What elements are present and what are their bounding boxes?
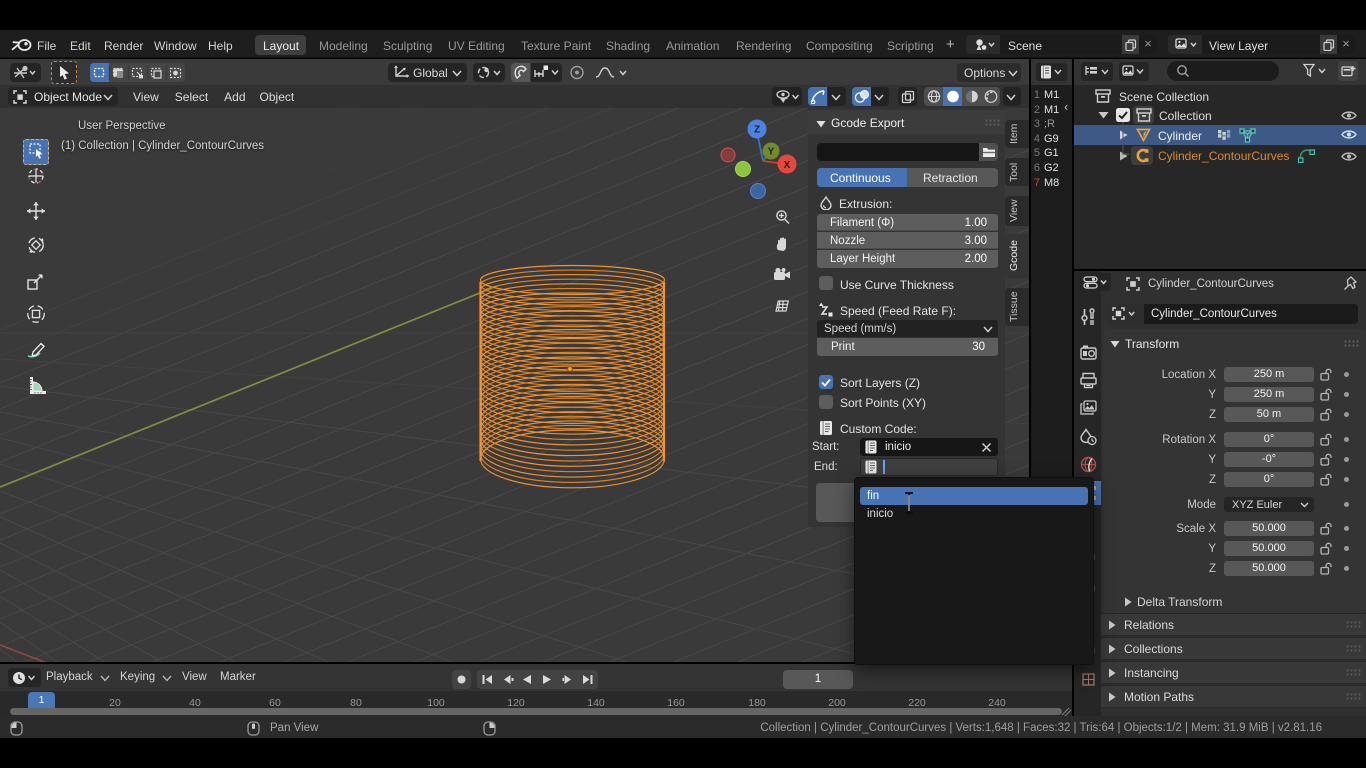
svg-text:Z: Z xyxy=(754,125,760,136)
svg-text:Y: Y xyxy=(768,147,775,158)
svg-text:X: X xyxy=(784,160,791,171)
